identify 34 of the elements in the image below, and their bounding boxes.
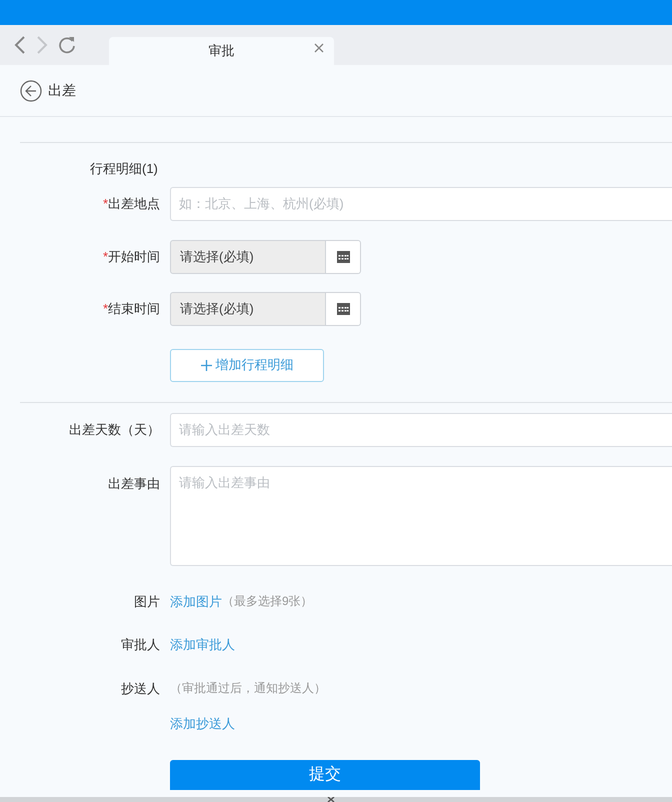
reload-icon[interactable]	[58, 36, 76, 54]
back-icon[interactable]	[14, 35, 26, 55]
add-link[interactable]: 添加图片	[170, 592, 222, 611]
field-label: 出差天数（天）	[69, 422, 160, 437]
add-itinerary-button[interactable]: 增加行程明细	[170, 348, 324, 382]
browser-tab[interactable]: 审批	[109, 37, 334, 65]
date-field[interactable]: 请选择(必填)	[170, 240, 326, 274]
add-link[interactable]: 添加审批人	[170, 635, 235, 654]
text-area[interactable]: 请输入出差事由	[170, 466, 672, 566]
calendar-icon	[336, 250, 350, 263]
date-field[interactable]: 请选择(必填)	[170, 292, 326, 326]
close-icon[interactable]	[327, 797, 335, 802]
field-label: 抄送人	[121, 680, 160, 696]
calendar-icon	[336, 302, 350, 315]
hint-text: （最多选择9张）	[222, 593, 313, 610]
tab-title: 审批	[208, 42, 234, 60]
calendar-button[interactable]	[326, 240, 361, 274]
add-link[interactable]: 添加抄送人	[170, 714, 235, 734]
calendar-button[interactable]	[326, 292, 361, 326]
back-icon[interactable]	[20, 80, 42, 102]
field-label: 图片	[134, 594, 160, 608]
field-label: *开始时间	[102, 248, 160, 264]
text-field[interactable]: 请输入出差天数	[170, 412, 672, 446]
section-title: 行程明细(1)	[90, 160, 158, 178]
submit-button[interactable]: 提交	[170, 760, 480, 790]
text-field[interactable]: 如：北京、上海、杭州(必填)	[170, 186, 672, 220]
field-label: 出差事由	[108, 476, 160, 490]
plus-icon	[200, 360, 212, 370]
field-label: 审批人	[121, 637, 160, 652]
field-label: *出差地点	[102, 196, 160, 211]
close-icon[interactable]	[314, 43, 324, 53]
hint-text: （审批通过后，通知抄送人）	[170, 680, 326, 698]
page-title: 出差	[48, 81, 76, 100]
field-label: *结束时间	[102, 300, 160, 316]
